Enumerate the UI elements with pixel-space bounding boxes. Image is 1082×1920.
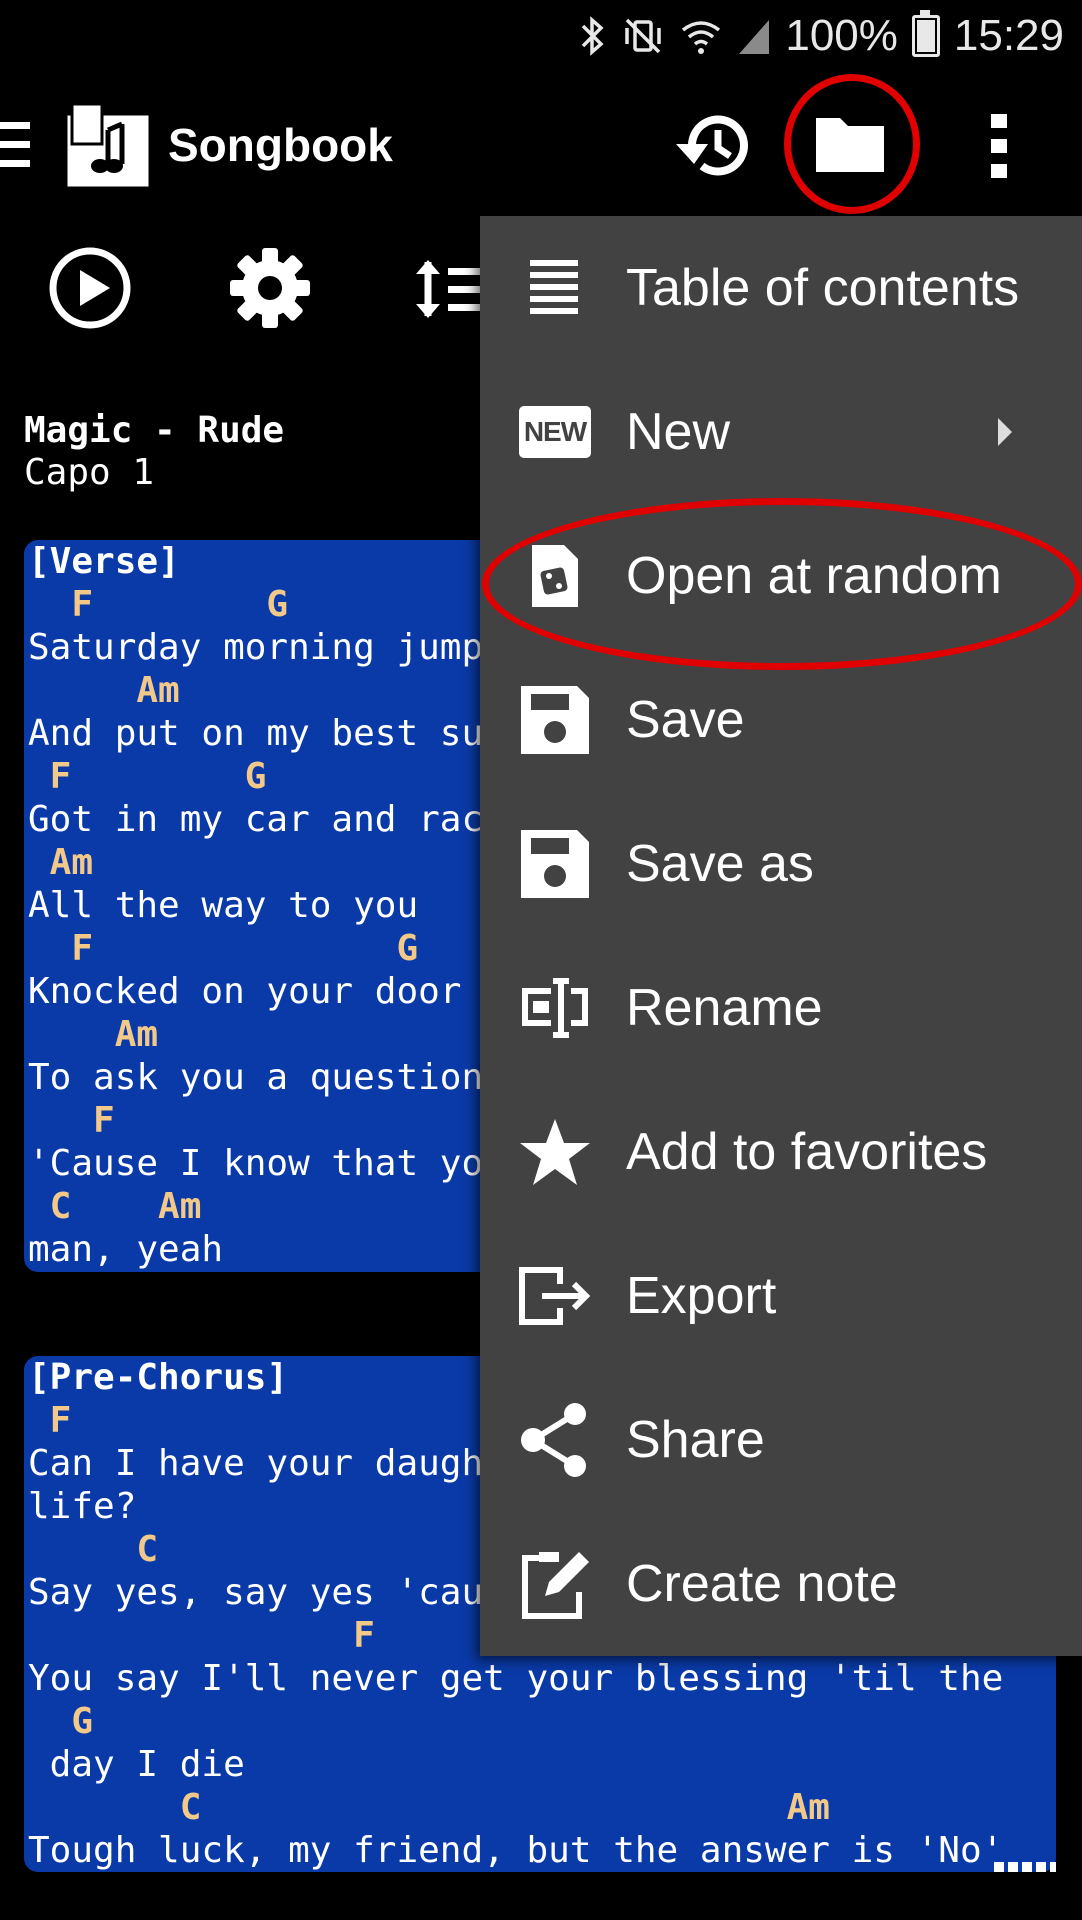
menu-item-label: New [626,403,731,461]
more-indicator-dots [994,1862,1056,1872]
signal-icon [739,20,770,54]
menu-item-table-of-contents[interactable]: Table of contents [480,216,1082,360]
share-icon [516,1401,594,1479]
app-bar: Songbook [0,72,1082,217]
menu-item-share[interactable]: Share [480,1368,1082,1512]
menu-item-label: Save [626,691,745,749]
rename-icon [516,969,594,1047]
bluetooth-icon [582,16,604,56]
clock: 15:29 [953,11,1064,60]
menu-item-label: Save as [626,835,814,893]
chord-line: G [28,1701,94,1742]
status-bar: 100% 15:29 [0,0,1082,72]
export-icon [516,1257,594,1335]
new-badge-icon: NEW [516,393,594,471]
menu-item-new[interactable]: NEW New [480,360,1082,504]
menu-item-label: Create note [626,1555,898,1613]
menu-item-rename[interactable]: Rename [480,936,1082,1080]
battery-percent: 100% [785,11,898,60]
menu-item-label: Rename [626,979,823,1037]
note-icon [516,1545,594,1623]
app-title: Songbook [168,119,393,171]
vibrate-mute-icon [625,18,662,54]
file-menu: Table of contents NEW New Open at random… [480,216,1082,1656]
status-icons: 100% 15:29 [579,8,1064,64]
folder-icon[interactable] [812,110,888,176]
hamburger-menu-icon[interactable] [0,120,32,170]
new-badge: NEW [519,406,591,458]
menu-item-add-to-favorites[interactable]: Add to favorites [480,1080,1082,1224]
play-icon[interactable] [48,246,132,330]
menu-item-save-as[interactable]: Save as [480,792,1082,936]
history-icon[interactable] [672,108,752,184]
songbook-logo-icon [64,102,152,190]
chord-line: C Am [28,1787,830,1828]
menu-item-label: Share [626,1411,765,1469]
lyric-line: You say I'll never get your blessing 'ti… [28,1658,1004,1699]
menu-item-export[interactable]: Export [480,1224,1082,1368]
menu-item-save[interactable]: Save [480,648,1082,792]
floppy-disk-icon [516,825,594,903]
list-icon [516,249,594,327]
menu-item-label: Add to favorites [626,1123,988,1181]
floppy-disk-icon [516,681,594,759]
submenu-arrow-icon [998,418,1012,446]
menu-item-open-at-random[interactable]: Open at random [480,504,1082,648]
battery-icon [911,10,940,57]
wifi-icon [682,21,721,54]
overflow-menu-icon[interactable] [988,114,1010,178]
settings-gear-icon[interactable] [228,246,312,330]
star-icon [516,1113,594,1191]
lyric-line: day I die [28,1744,245,1785]
dice-file-icon [516,537,594,615]
line-spacing-icon[interactable] [414,256,480,322]
menu-item-label: Table of contents [626,259,1020,317]
song-title: Magic - Rude [24,410,285,451]
lyric-line: Tough luck, my friend, but the answer is… [28,1830,1004,1871]
menu-item-label: Open at random [626,547,1002,605]
menu-item-create-note[interactable]: Create note [480,1512,1082,1656]
song-capo: Capo 1 [24,452,155,493]
menu-item-label: Export [626,1267,777,1325]
